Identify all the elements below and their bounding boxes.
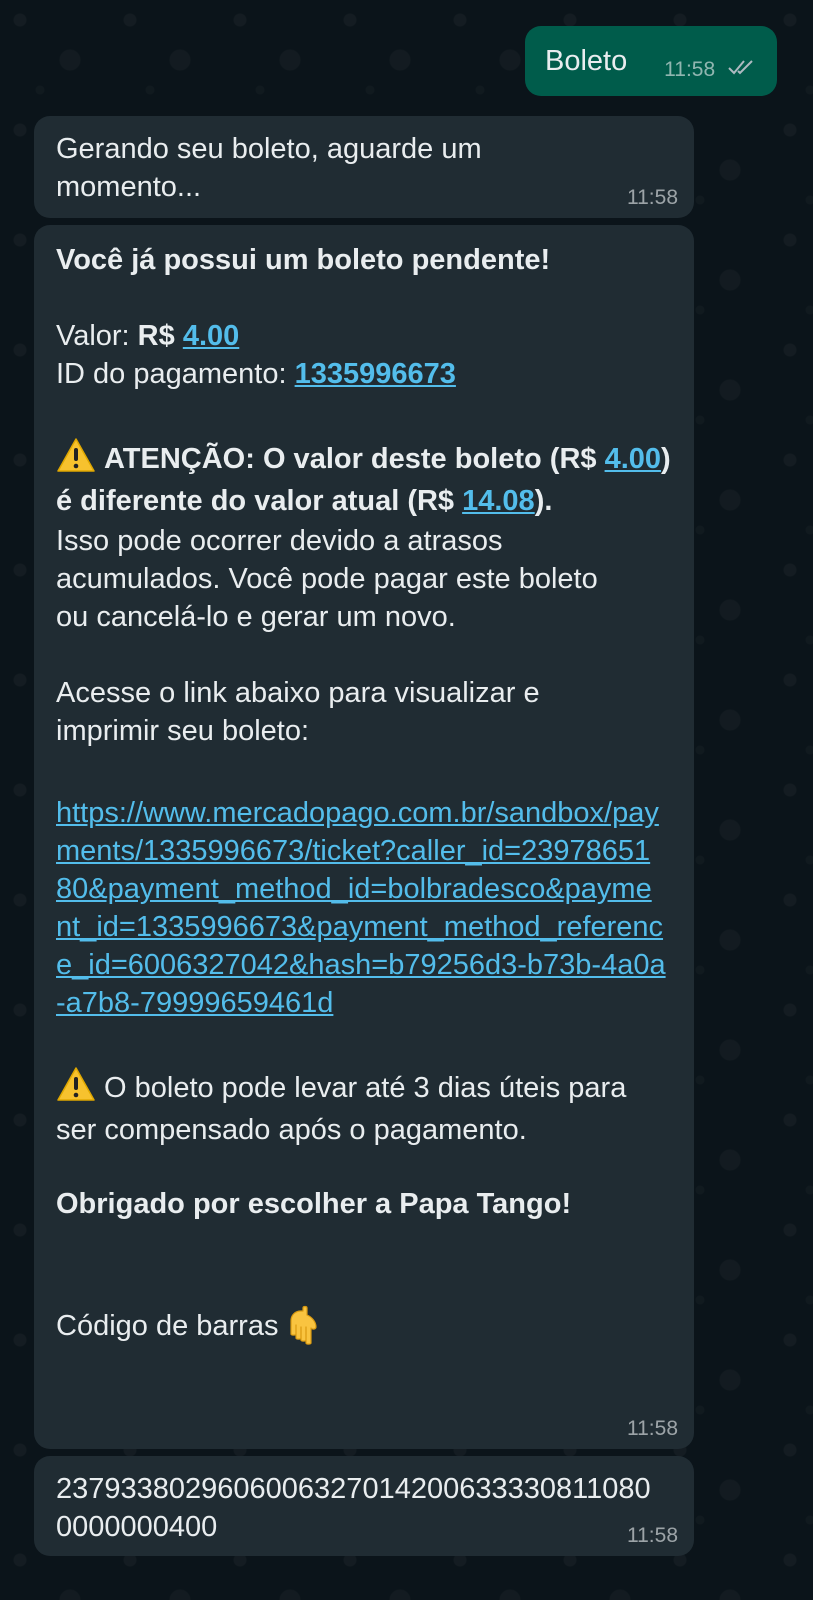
message-time: 11:58 xyxy=(627,186,678,209)
generating-message-text: Gerando seu boleto, aguarde um momento..… xyxy=(56,133,482,203)
note-paragraph: O boleto pode levar até 3 dias úteis par… xyxy=(56,1066,672,1151)
link-intro-text: Acesse o link abaixo para visualizar e i… xyxy=(56,677,540,747)
thanks-text: Obrigado por escolher a Papa Tango! xyxy=(56,1188,572,1220)
message-time: 11:58 xyxy=(627,1417,678,1440)
barcode-number[interactable]: 2379338029606006327014200633330811080000… xyxy=(56,1470,656,1546)
valor-amount-link[interactable]: 4.00 xyxy=(183,320,239,352)
pointing-down-hand-icon xyxy=(288,1305,320,1345)
incoming-message-bubble[interactable]: Você já possui um boleto pendente! Valor… xyxy=(34,225,694,1449)
message-heading: Você já possui um boleto pendente! xyxy=(56,244,551,276)
incoming-message-bubble[interactable]: Gerando seu boleto, aguarde um momento..… xyxy=(34,116,694,218)
barcode-label: Código de barras xyxy=(56,1310,279,1342)
valor-currency: R$ xyxy=(137,320,183,352)
payment-id-link[interactable]: 1335996673 xyxy=(295,358,456,390)
warning-icon xyxy=(56,1066,96,1102)
outgoing-message-text: Boleto xyxy=(545,45,628,77)
valor-label: Valor: xyxy=(56,320,138,352)
message-time: 11:58 xyxy=(627,1524,678,1547)
warning-paragraph: ATENÇÃO: O valor deste boleto (R$ 4.00) … xyxy=(56,437,672,522)
payment-id-line: ID do pagamento: 1335996673 xyxy=(56,355,672,393)
outgoing-message-bubble[interactable]: Boleto 11:58 xyxy=(525,26,777,96)
boleto-url-link[interactable]: https://www.mercadopago.com.br/sandbox/p… xyxy=(56,794,666,1022)
valor-line: Valor: R$ 4.00 xyxy=(56,317,672,355)
note-text: O boleto pode levar até 3 dias úteis par… xyxy=(56,1072,627,1146)
payment-id-label: ID do pagamento: xyxy=(56,358,295,390)
message-time: 11:58 xyxy=(664,57,716,81)
warning-prefix: ATENÇÃO: O valor deste boleto (R$ xyxy=(104,443,605,475)
explanation-text: Isso pode ocorrer devido a atrasos acumu… xyxy=(56,525,598,633)
incoming-message-bubble[interactable]: 2379338029606006327014200633330811080000… xyxy=(34,1456,694,1556)
barcode-label-line: Código de barras xyxy=(56,1305,672,1345)
warning-suffix: ). xyxy=(534,485,553,517)
warning-icon xyxy=(56,437,96,473)
chat-background[interactable]: Boleto 11:58 Gerando seu boleto, aguarde… xyxy=(0,0,813,1600)
warning-new-amount-link[interactable]: 14.08 xyxy=(462,485,535,517)
double-check-icon xyxy=(727,58,757,82)
outgoing-message-meta: 11:58 xyxy=(664,58,757,82)
warning-old-amount-link[interactable]: 4.00 xyxy=(605,443,661,475)
